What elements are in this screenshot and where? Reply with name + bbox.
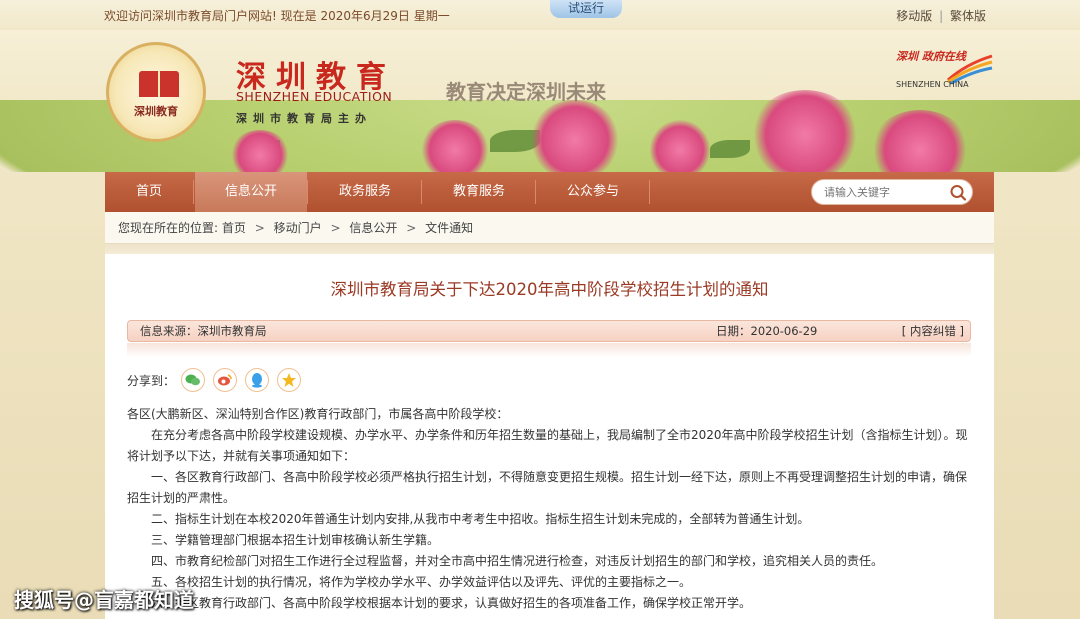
mobile-version-link[interactable]: 移动版 [896, 9, 932, 23]
info-bar-shadow [127, 343, 971, 357]
article-paragraph: 六、各区教育行政部门、各高中阶段学校根据本计划的要求，认真做好招生的各项准备工作… [151, 596, 752, 610]
qq-icon[interactable] [245, 368, 269, 392]
top-bar: 欢迎访问深圳市教育局门户网站! 现在是 2020年6月29日 星期一 试运行 移… [0, 0, 1080, 30]
nav-divider [193, 180, 194, 204]
article-paragraph: 在充分考虑各高中阶段学校建设规模、办学水平、办学条件和历年招生数量的基础上，我局… [127, 428, 968, 463]
breadcrumb-file-notice[interactable]: 文件通知 [425, 221, 473, 235]
content-correction-link[interactable]: [ 内容纠错 ] [902, 321, 964, 341]
article-paragraph: 二、指标生计划在本校2020年普通生计划内安排,从我市中考考生中招收。指标生招生… [151, 512, 810, 526]
nav-info-disclosure[interactable]: 信息公开 [195, 172, 307, 212]
flower-decoration [750, 90, 860, 172]
sz-logo-en: SHENZHEN CHINA [896, 80, 969, 89]
nav-divider [307, 180, 308, 204]
leaf-decoration [710, 140, 750, 158]
article-content: 深圳市教育局关于下达2020年高中阶段学校招生计划的通知 信息来源：深圳市教育局… [105, 254, 994, 619]
wechat-icon[interactable] [181, 368, 205, 392]
nav-divider [535, 180, 536, 204]
flower-decoration [870, 110, 970, 172]
watermark: 搜狐号@盲嘉都知道 [14, 588, 194, 612]
article-body: 各区(大鹏新区、深汕特别合作区)教育行政部门，市属各高中阶段学校： 在充分考虑各… [127, 404, 973, 614]
traditional-version-link[interactable]: 繁体版 [950, 9, 986, 23]
article-paragraph: 三、学籍管理部门根据本招生计划审核确认新生学籍。 [151, 533, 440, 547]
article-source: 信息来源：深圳市教育局 [140, 324, 267, 338]
education-seal-logo[interactable]: 深圳教育 [106, 42, 206, 142]
breadcrumb-sep: > [406, 221, 417, 235]
breadcrumb-info-disclosure[interactable]: 信息公开 [349, 221, 397, 235]
shenzhen-china-logo[interactable]: 深圳 政府在线 SHENZHEN CHINA [896, 48, 996, 98]
search-icon[interactable] [948, 183, 968, 203]
breadcrumb-shadow [105, 244, 994, 254]
flower-decoration [420, 120, 490, 172]
article-title: 深圳市教育局关于下达2020年高中阶段学校招生计划的通知 [330, 280, 769, 299]
trial-badge[interactable]: 试运行 [550, 0, 622, 18]
article-paragraph: 各区(大鹏新区、深汕特别合作区)教育行政部门，市属各高中阶段学校： [127, 407, 509, 421]
nav-divider [649, 180, 650, 204]
article-paragraph: 一、各区教育行政部门、各高中阶段学校必须严格执行招生计划，不得随意变更招生规模。… [127, 470, 968, 505]
brand-subtitle: 深圳市教育局主办 [236, 112, 372, 125]
breadcrumb: 您现在所在的位置: 首页 > 移动门户 > 信息公开 > 文件通知 [105, 212, 994, 244]
weibo-icon[interactable] [213, 368, 237, 392]
brand-english: SHENZHEN EDUCATION [236, 89, 393, 104]
breadcrumb-prefix: 您现在所在的位置: [118, 221, 219, 235]
qzone-star-icon[interactable] [277, 368, 301, 392]
flower-decoration [230, 130, 290, 172]
breadcrumb-sep: > [330, 221, 341, 235]
search-input[interactable] [824, 184, 944, 201]
article-paragraph: 五、各校招生计划的执行情况，将作为学校办学水平、办学效益评估以及评先、评优的主要… [151, 575, 692, 589]
article-date: 日期：2020-06-29 [716, 324, 818, 338]
breadcrumb-mobile-portal[interactable]: 移动门户 [274, 221, 322, 235]
nav-public-participation[interactable]: 公众参与 [537, 172, 649, 212]
nav-divider [421, 180, 422, 204]
slogan: 教育决定深圳未来 [446, 80, 606, 104]
article-paragraph: 四、市教育纪检部门对招生工作进行全过程监督，并对全市高中招生情况进行检查，对违反… [151, 554, 884, 568]
nav-edu-service[interactable]: 教育服务 [423, 172, 535, 212]
seal-text: 深圳教育 [134, 105, 178, 118]
article-info-bar: 信息来源：深圳市教育局 日期：2020-06-29 [ 内容纠错 ] [127, 320, 971, 342]
share-label: 分享到： [127, 374, 176, 388]
link-separator: | [939, 9, 944, 23]
book-icon [139, 71, 179, 97]
welcome-text: 欢迎访问深圳市教育局门户网站! 现在是 2020年6月29日 星期一 [104, 9, 450, 23]
flower-decoration [530, 100, 620, 172]
nav-gov-service[interactable]: 政务服务 [309, 172, 421, 212]
search-box [811, 179, 973, 205]
header-banner: 深圳教育 深圳教育 SHENZHEN EDUCATION 深圳市教育局主办 教育… [0, 30, 1080, 172]
breadcrumb-home[interactable]: 首页 [222, 221, 246, 235]
version-links: 移动版 | 繁体版 [896, 7, 986, 24]
breadcrumb-sep: > [254, 221, 265, 235]
nav-home[interactable]: 首页 [105, 172, 193, 212]
main-nav: 首页 信息公开 政务服务 教育服务 公众参与 [105, 172, 994, 212]
flower-decoration [650, 120, 710, 172]
